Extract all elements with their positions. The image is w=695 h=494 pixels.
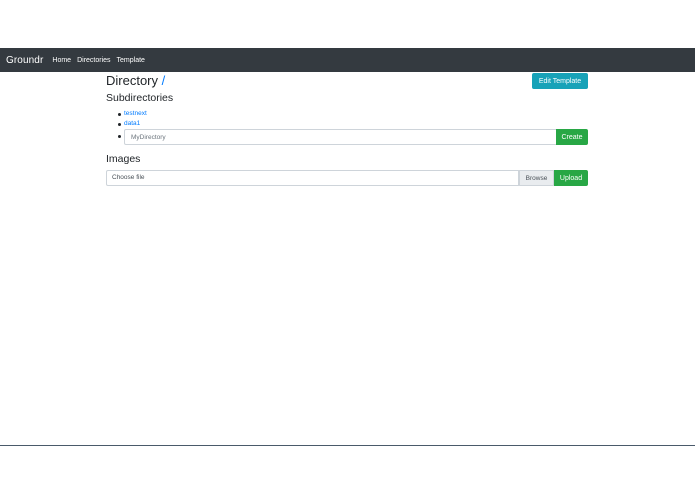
nav-link-template[interactable]: Template (117, 57, 145, 64)
window-bottom-border (0, 445, 695, 446)
create-button[interactable]: Create (556, 129, 588, 145)
bullet-icon (118, 135, 121, 138)
new-directory-row: Create (118, 129, 588, 145)
app-frame: Groundr Home Directories Template Direct… (0, 48, 695, 446)
list-item: data1 (118, 119, 147, 129)
browse-button[interactable]: Browse (519, 170, 554, 186)
page-title: Directory / (106, 73, 165, 88)
brand-logo[interactable]: Groundr (6, 55, 43, 66)
subdirectory-link-data1[interactable]: data1 (124, 120, 140, 127)
nav-link-home[interactable]: Home (52, 57, 71, 64)
file-chooser-input[interactable]: Choose file (106, 170, 519, 186)
upload-button[interactable]: Upload (554, 170, 588, 186)
file-upload-row: Choose file Browse Upload (106, 170, 588, 186)
page-title-text: Directory (106, 73, 159, 88)
images-heading: Images (106, 153, 141, 165)
list-item: testnext (118, 109, 147, 119)
navbar: Groundr Home Directories Template (0, 48, 695, 72)
breadcrumb-root-link[interactable]: / (162, 73, 166, 88)
subdirectory-link-testnext[interactable]: testnext (124, 110, 147, 117)
edit-template-button[interactable]: Edit Template (532, 73, 588, 89)
nav-link-directories[interactable]: Directories (77, 57, 110, 64)
subdirectory-list: testnext data1 (118, 109, 147, 129)
new-directory-input[interactable] (124, 129, 557, 145)
subdirectories-heading: Subdirectories (106, 92, 174, 104)
